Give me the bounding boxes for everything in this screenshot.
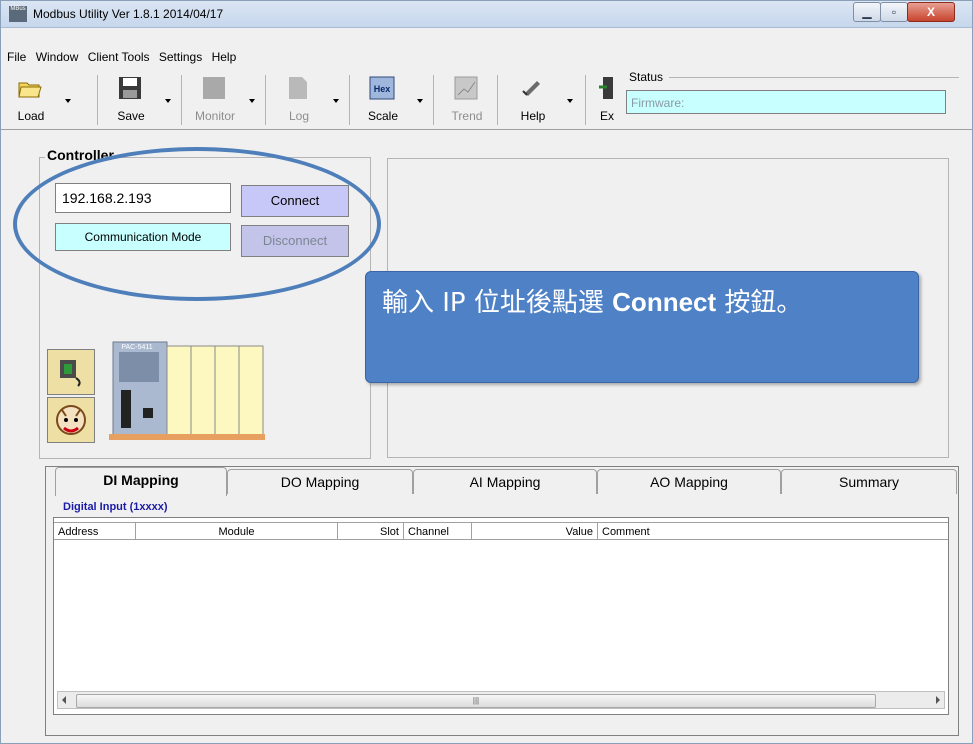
menu-window[interactable]: Window <box>36 47 79 67</box>
tab-di-mapping[interactable]: DI Mapping <box>55 467 227 496</box>
digital-input-title: Digital Input (1xxxx) <box>63 501 168 513</box>
toolbar-separator <box>349 75 350 125</box>
trend-label: Trend <box>451 109 483 123</box>
instruction-callout: 輸入 IP 位址後點選 Connect 按鈕。 <box>365 271 919 383</box>
log-dropdown[interactable] <box>273 71 339 125</box>
column-header-address[interactable]: Address <box>54 522 136 540</box>
column-header-value[interactable]: Value <box>472 522 598 540</box>
toolbar-separator <box>433 75 434 125</box>
serial-port-button[interactable] <box>47 349 95 395</box>
toolbar-separator <box>181 75 182 125</box>
save-dropdown[interactable] <box>105 71 171 125</box>
callout-text-bold: Connect <box>612 287 717 317</box>
menu-bar: File Window Client Tools Settings Help <box>1 47 972 67</box>
menu-settings[interactable]: Settings <box>159 47 202 67</box>
tiger-mascot-icon <box>56 405 86 435</box>
tab-ai-mapping[interactable]: AI Mapping <box>413 469 597 494</box>
tab-summary[interactable]: Summary <box>781 469 957 494</box>
scroll-left-icon[interactable] <box>62 696 66 704</box>
chevron-down-icon <box>333 99 339 103</box>
tab-ao-mapping[interactable]: AO Mapping <box>597 469 781 494</box>
column-header-channel[interactable]: Channel <box>404 522 472 540</box>
toolbar-separator <box>97 75 98 125</box>
column-header-slot[interactable]: Slot <box>338 522 404 540</box>
title-bar[interactable]: MBus Modbus Utility Ver 1.8.1 2014/04/17… <box>1 1 972 28</box>
serial-cable-icon <box>60 360 81 387</box>
monitor-dropdown[interactable] <box>189 71 255 125</box>
window-title: Modbus Utility Ver 1.8.1 2014/04/17 <box>33 7 224 21</box>
status-divider <box>669 77 959 78</box>
mascot-button[interactable] <box>47 397 95 443</box>
scroll-right-icon[interactable] <box>936 696 940 704</box>
trend-chart-icon <box>454 76 478 100</box>
menu-file[interactable]: File <box>7 47 26 67</box>
minimize-icon: ▁ <box>862 5 872 19</box>
app-icon: MBus <box>9 6 27 22</box>
di-mapping-table[interactable]: Address Module Slot Channel Value Commen… <box>53 517 949 715</box>
maximize-icon: ▫ <box>891 5 897 19</box>
svg-text:PAC-5411: PAC-5411 <box>121 344 152 351</box>
chevron-down-icon <box>417 99 423 103</box>
column-header-module[interactable]: Module <box>136 522 338 540</box>
close-button[interactable]: X <box>907 2 955 22</box>
chevron-down-icon <box>249 99 255 103</box>
highlight-ellipse <box>13 147 381 301</box>
toolbar-separator <box>497 75 498 125</box>
chevron-down-icon <box>65 99 71 103</box>
exit-icon <box>599 77 613 99</box>
exit-button[interactable]: Ex <box>595 71 619 125</box>
tab-do-mapping[interactable]: DO Mapping <box>227 469 413 494</box>
chevron-down-icon <box>567 99 573 103</box>
menu-client-tools[interactable]: Client Tools <box>88 47 150 67</box>
menu-help[interactable]: Help <box>212 47 237 67</box>
minimize-button[interactable]: ▁ <box>853 2 881 22</box>
callout-text-pre: 輸入 IP 位址後點選 <box>382 288 613 318</box>
pac-controller-image: PAC-5411 <box>109 341 265 440</box>
load-dropdown[interactable] <box>5 71 71 125</box>
maximize-button[interactable]: ▫ <box>880 2 908 22</box>
scale-dropdown[interactable] <box>357 71 423 125</box>
app-window: MBus Modbus Utility Ver 1.8.1 2014/04/17… <box>0 0 973 744</box>
close-icon: X <box>926 5 935 19</box>
exit-label: Ex <box>599 109 614 123</box>
status-label: Status <box>629 70 664 84</box>
toolbar-separator <box>265 75 266 125</box>
table-header: Address Module Slot Channel Value Commen… <box>54 522 948 540</box>
help-dropdown[interactable] <box>507 71 573 125</box>
chevron-down-icon <box>165 99 171 103</box>
horizontal-scrollbar[interactable]: ||| <box>57 691 945 709</box>
toolbar-separator <box>585 75 586 125</box>
trend-button[interactable]: Trend <box>441 71 493 125</box>
column-header-comment[interactable]: Comment <box>598 522 948 540</box>
firmware-field: Firmware: <box>626 90 946 114</box>
callout-text-post: 按鈕。 <box>716 288 803 318</box>
scrollbar-thumb[interactable]: ||| <box>76 694 876 708</box>
